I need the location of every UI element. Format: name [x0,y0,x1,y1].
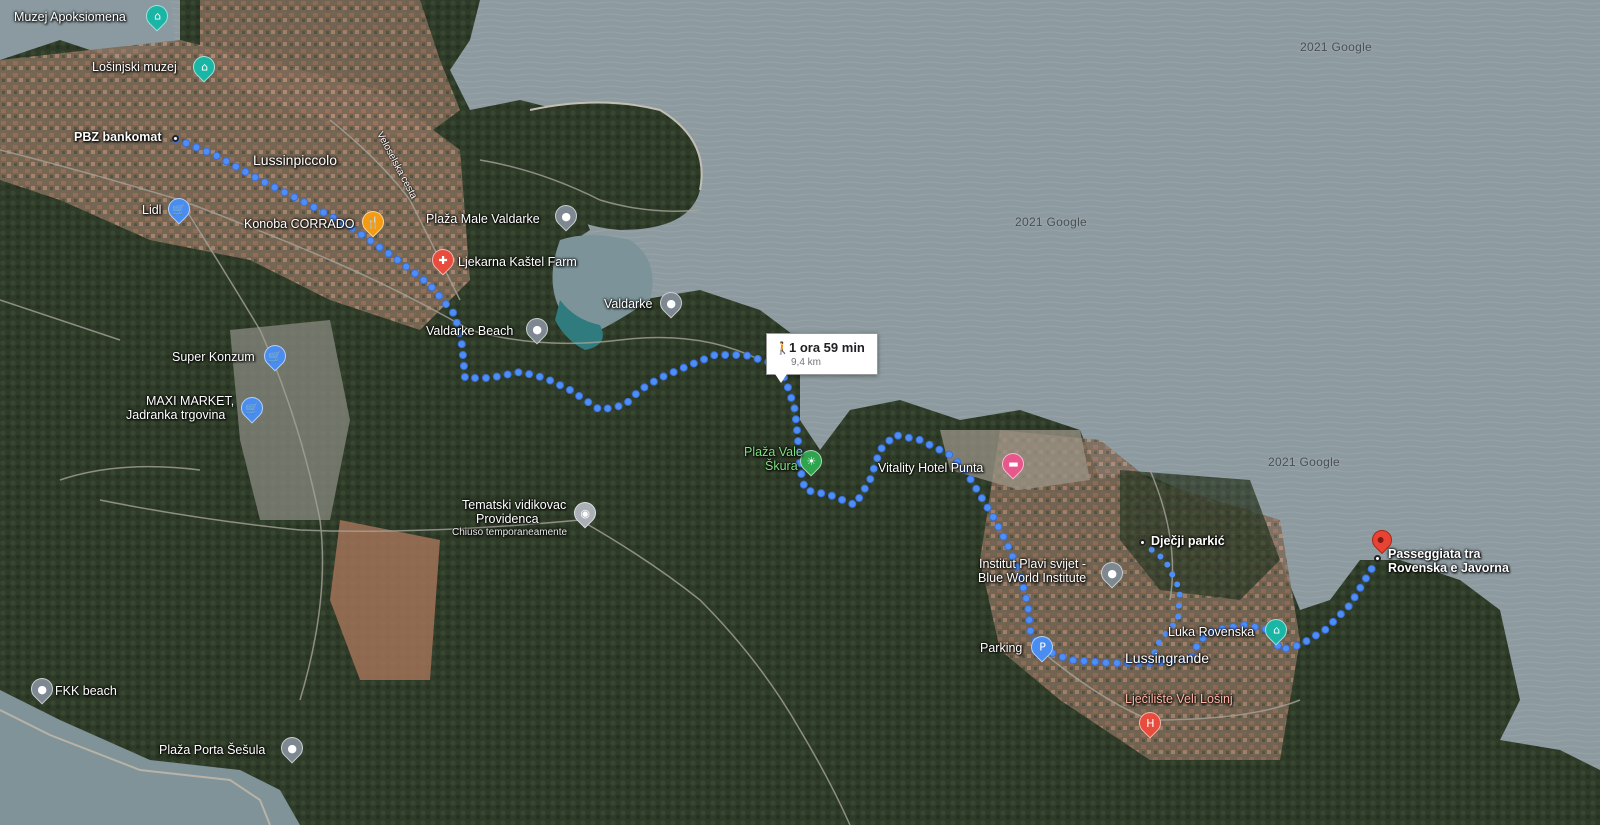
place-fkk[interactable]: FKK beach [55,684,117,698]
satellite-map[interactable]: PBZ bankomat Dječji parkić Passeggiata t… [0,0,1600,825]
place-konoba[interactable]: Konoba CORRADO [244,217,354,231]
place-valdarke-beach[interactable]: Valdarke Beach [426,324,513,338]
start-marker[interactable] [172,135,179,142]
place-tematski-1[interactable]: Tematski vidikovac [462,498,566,512]
route-info-callout[interactable]: 🚶1 ora 59 min 9,4 km [766,333,878,383]
place-institut-2[interactable]: Blue World Institute [978,571,1086,585]
route-distance: 9,4 km [791,357,822,368]
map-watermark: 2021 Google [1268,455,1341,469]
map-watermark: 2021 Google [1300,40,1373,54]
place-ljekarna[interactable]: Ljekarna Kaštel Farm [458,255,577,269]
destination-label-line1[interactable]: Passeggiata tra [1388,547,1480,561]
place-lidl[interactable]: Lidl [142,203,161,217]
place-tematski-3: Chiuso temporaneamente [452,527,568,538]
destination-marker[interactable] [1374,555,1381,562]
place-plaza-porta[interactable]: Plaža Porta Šešula [159,743,265,757]
place-valdarke[interactable]: Valdarke [604,297,652,311]
place-muzej-apoksiomena[interactable]: Muzej Apoksiomena [14,10,126,24]
place-plaza-vale-skura-2[interactable]: Škura [765,459,798,473]
place-maxi-market-2[interactable]: Jadranka trgovina [126,408,225,422]
route-duration: 1 ora 59 min [789,340,865,355]
waypoint-label[interactable]: Dječji parkić [1151,534,1225,548]
place-parking[interactable]: Parking [980,641,1022,655]
place-plaza-male-valdarke[interactable]: Plaža Male Valdarke [426,212,540,226]
place-institut-1[interactable]: Institut Plavi svijet - [979,557,1086,571]
route-layer [172,135,1381,667]
place-maxi-market-1[interactable]: MAXI MARKET, [146,394,234,408]
place-losinjski-muzej[interactable]: Lošinjski muzej [92,60,177,74]
place-vitality[interactable]: Vitality Hotel Punta [878,461,983,475]
place-plaza-vale-skura-1[interactable]: Plaža Vale [744,445,803,459]
place-ljeciliste[interactable]: Lječilište Veli Lošinj [1125,692,1233,706]
start-label[interactable]: PBZ bankomat [74,130,162,144]
place-luka-rovenska[interactable]: Luka Rovenska [1168,625,1254,639]
waypoint-marker[interactable] [1139,539,1146,546]
destination-label-line2[interactable]: Rovenska e Javorna [1388,561,1509,575]
walking-route [172,135,1381,667]
town-lussingrande: Lussingrande [1125,650,1210,666]
map-watermark: 2021 Google [1015,215,1088,229]
walking-icon: 🚶 [775,341,790,355]
place-tematski-2[interactable]: Providenca [476,512,539,526]
place-super-konzum[interactable]: Super Konzum [172,350,255,364]
town-lussinpiccolo: Lussinpiccolo [253,152,338,168]
